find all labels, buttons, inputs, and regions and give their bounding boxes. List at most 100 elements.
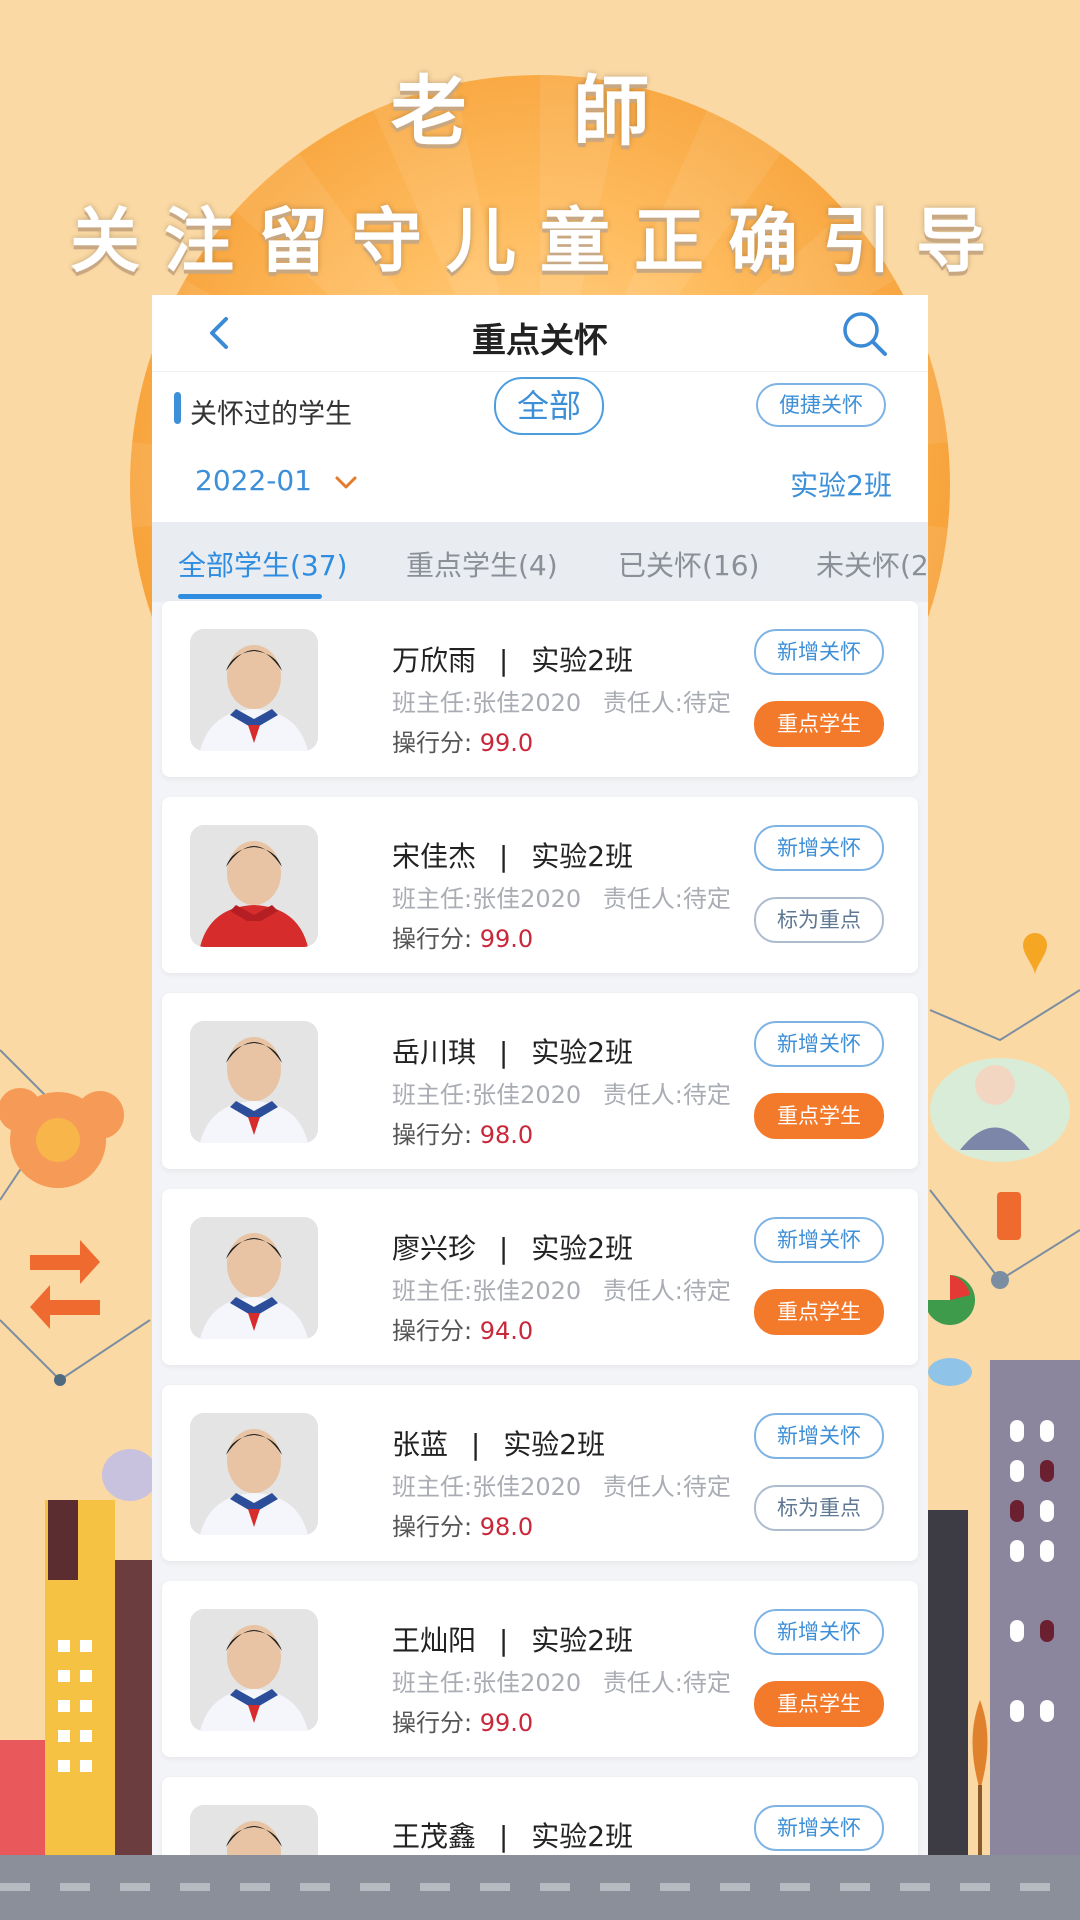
score-line: 操行分: 98.0 [392, 1115, 533, 1150]
add-care-button[interactable]: 新增关怀 [754, 1217, 884, 1263]
teacher-label: 班主任: [392, 1669, 473, 1697]
tab-key-students[interactable]: 重点学生(4) [406, 544, 558, 584]
student-card[interactable]: 张蓝 | 实验2班 班主任:张佳2020 责任人:待定 操行分: 98.0 新增… [162, 1385, 918, 1561]
student-name: 廖兴珍 [392, 1232, 477, 1265]
chevron-down-icon[interactable] [334, 474, 358, 492]
student-photo [190, 1413, 318, 1535]
name-divider: | [498, 1036, 509, 1069]
student-card[interactable]: 王茂鑫 | 实验2班 新增关怀 [162, 1777, 918, 1855]
student-class: 实验2班 [531, 1232, 634, 1265]
key-student-button[interactable]: 重点学生 [754, 1289, 884, 1335]
name-divider: | [498, 840, 509, 873]
score-label: 操行分: [392, 1121, 473, 1149]
student-name: 王茂鑫 [392, 1820, 477, 1853]
owner-label: 责任人: [602, 689, 683, 717]
student-card[interactable]: 岳川琪 | 实验2班 班主任:张佳2020 责任人:待定 操行分: 98.0 新… [162, 993, 918, 1169]
add-care-button[interactable]: 新增关怀 [754, 825, 884, 871]
search-icon[interactable] [840, 309, 890, 359]
staff-line: 班主任:张佳2020 责任人:待定 [392, 879, 731, 914]
student-photo [190, 1217, 318, 1339]
owner-name: 待定 [682, 1473, 731, 1501]
all-filter-pill[interactable]: 全部 [494, 377, 604, 435]
score-label: 操行分: [392, 729, 473, 757]
staff-line: 班主任:张佳2020 责任人:待定 [392, 1075, 731, 1110]
student-card[interactable]: 王灿阳 | 实验2班 班主任:张佳2020 责任人:待定 操行分: 99.0 新… [162, 1581, 918, 1757]
student-card[interactable]: 宋佳杰 | 实验2班 班主任:张佳2020 责任人:待定 操行分: 99.0 新… [162, 797, 918, 973]
owner-label: 责任人: [602, 1669, 683, 1697]
student-class: 实验2班 [531, 1624, 634, 1657]
teacher-name: 张佳2020 [472, 1081, 582, 1109]
staff-line: 班主任:张佳2020 责任人:待定 [392, 1271, 731, 1306]
phone-screen: 重点关怀 关怀过的学生 全部 便捷关怀 2022-01 实验2班 全部学生(37… [152, 295, 928, 1855]
student-name-line: 廖兴珍 | 实验2班 [392, 1227, 633, 1267]
student-name: 王灿阳 [392, 1624, 477, 1657]
tab-not-cared[interactable]: 未关怀(2 [816, 544, 928, 584]
add-care-button[interactable]: 新增关怀 [754, 1021, 884, 1067]
student-class: 实验2班 [531, 1820, 634, 1853]
section-marker [174, 392, 181, 424]
key-student-button[interactable]: 重点学生 [754, 1681, 884, 1727]
key-student-button[interactable]: 重点学生 [754, 1093, 884, 1139]
staff-line: 班主任:张佳2020 责任人:待定 [392, 1663, 731, 1698]
student-class: 实验2班 [531, 1036, 634, 1069]
mark-key-button[interactable]: 标为重点 [754, 897, 884, 943]
student-card[interactable]: 廖兴珍 | 实验2班 班主任:张佳2020 责任人:待定 操行分: 94.0 新… [162, 1189, 918, 1365]
owner-label: 责任人: [602, 1081, 683, 1109]
teacher-label: 班主任: [392, 1473, 473, 1501]
add-care-button[interactable]: 新增关怀 [754, 1805, 884, 1851]
student-name-line: 张蓝 | 实验2班 [392, 1423, 605, 1463]
add-care-button[interactable]: 新增关怀 [754, 629, 884, 675]
staff-line: 班主任:张佳2020 责任人:待定 [392, 1467, 731, 1502]
quick-care-button[interactable]: 便捷关怀 [756, 383, 886, 427]
teacher-name: 张佳2020 [472, 1473, 582, 1501]
student-card[interactable]: 万欣雨 | 实验2班 班主任:张佳2020 责任人:待定 操行分: 99.0 新… [162, 601, 918, 777]
student-photo [190, 1021, 318, 1143]
score-line: 操行分: 99.0 [392, 1703, 533, 1738]
student-name-line: 王茂鑫 | 实验2班 [392, 1815, 633, 1855]
owner-name: 待定 [682, 1669, 731, 1697]
teacher-label: 班主任: [392, 689, 473, 717]
teacher-name: 张佳2020 [472, 689, 582, 717]
teacher-label: 班主任: [392, 1277, 473, 1305]
student-class: 实验2班 [503, 1428, 606, 1461]
class-selector[interactable]: 实验2班 [790, 464, 892, 504]
tab-all-students[interactable]: 全部学生(37) [178, 544, 347, 584]
date-selector[interactable]: 2022-01 [195, 464, 312, 497]
teacher-label: 班主任: [392, 1081, 473, 1109]
add-care-button[interactable]: 新增关怀 [754, 1609, 884, 1655]
student-name-line: 岳川琪 | 实验2班 [392, 1031, 633, 1071]
owner-name: 待定 [682, 1081, 731, 1109]
staff-line: 班主任:张佳2020 责任人:待定 [392, 683, 731, 718]
teacher-name: 张佳2020 [472, 885, 582, 913]
filter-panel: 关怀过的学生 全部 便捷关怀 2022-01 实验2班 [152, 372, 928, 522]
student-list: 万欣雨 | 实验2班 班主任:张佳2020 责任人:待定 操行分: 99.0 新… [152, 601, 928, 1855]
score-value: 98.0 [479, 1121, 534, 1149]
headline-subtitle: 关注留守儿童正确引导 [70, 199, 1010, 282]
student-name-line: 王灿阳 | 实验2班 [392, 1619, 633, 1659]
name-divider: | [498, 1232, 509, 1265]
owner-label: 责任人: [602, 885, 683, 913]
score-line: 操行分: 94.0 [392, 1311, 533, 1346]
student-name: 张蓝 [392, 1428, 449, 1461]
student-name-line: 宋佳杰 | 实验2班 [392, 835, 633, 875]
score-label: 操行分: [392, 1709, 473, 1737]
mark-key-button[interactable]: 标为重点 [754, 1485, 884, 1531]
student-photo [190, 825, 318, 947]
score-value: 98.0 [479, 1513, 534, 1541]
score-value: 94.0 [479, 1317, 534, 1345]
add-care-button[interactable]: 新增关怀 [754, 1413, 884, 1459]
student-class: 实验2班 [531, 840, 634, 873]
owner-name: 待定 [682, 1277, 731, 1305]
score-line: 操行分: 98.0 [392, 1507, 533, 1542]
score-label: 操行分: [392, 1513, 473, 1541]
student-photo [190, 629, 318, 751]
name-divider: | [470, 1428, 481, 1461]
score-label: 操行分: [392, 925, 473, 953]
owner-name: 待定 [682, 885, 731, 913]
name-divider: | [498, 1820, 509, 1853]
score-label: 操行分: [392, 1317, 473, 1345]
teacher-label: 班主任: [392, 885, 473, 913]
key-student-button[interactable]: 重点学生 [754, 701, 884, 747]
cared-students-label: 关怀过的学生 [190, 399, 352, 430]
tab-cared[interactable]: 已关怀(16) [618, 544, 759, 584]
